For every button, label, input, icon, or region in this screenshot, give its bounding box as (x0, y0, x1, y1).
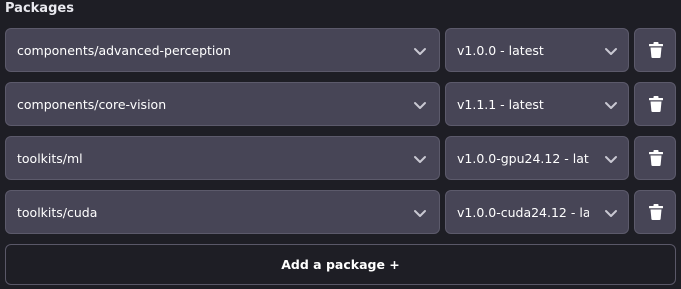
chevron-down-icon (414, 48, 426, 55)
package-row: toolkits/cuda v1.0.0-cuda24.12 - latest (5, 190, 676, 236)
trash-icon (649, 204, 663, 220)
package-select[interactable]: toolkits/ml (5, 136, 440, 180)
package-row: components/advanced-perception v1.0.0 - … (5, 28, 676, 74)
section-title: Packages (5, 1, 74, 16)
version-value: v1.0.0-gpu24.12 - latest (457, 151, 589, 166)
package-select[interactable]: toolkits/cuda (5, 190, 440, 234)
package-name: components/core-vision (17, 97, 167, 112)
chevron-down-icon (414, 156, 426, 163)
chevron-down-icon (414, 210, 426, 217)
chevron-down-icon (605, 102, 617, 109)
version-select[interactable]: v1.0.0-gpu24.12 - latest (445, 136, 629, 180)
chevron-down-icon (414, 102, 426, 109)
version-select[interactable]: v1.0.0-cuda24.12 - latest (445, 190, 629, 234)
version-select[interactable]: v1.0.0 - latest (445, 28, 629, 72)
package-name: toolkits/ml (17, 151, 83, 166)
delete-package-button[interactable] (634, 28, 676, 72)
package-select[interactable]: components/advanced-perception (5, 28, 440, 72)
version-value: v1.0.0-cuda24.12 - latest (457, 205, 589, 220)
package-name: toolkits/cuda (17, 205, 98, 220)
delete-package-button[interactable] (634, 82, 676, 126)
version-value: v1.1.1 - latest (457, 97, 544, 112)
version-select[interactable]: v1.1.1 - latest (445, 82, 629, 126)
chevron-down-icon (605, 48, 617, 55)
package-select[interactable]: components/core-vision (5, 82, 440, 126)
package-row: toolkits/ml v1.0.0-gpu24.12 - latest (5, 136, 676, 182)
trash-icon (649, 150, 663, 166)
package-row: components/core-vision v1.1.1 - latest (5, 82, 676, 128)
trash-icon (649, 96, 663, 112)
version-value: v1.0.0 - latest (457, 43, 544, 58)
chevron-down-icon (605, 210, 617, 217)
delete-package-button[interactable] (634, 190, 676, 234)
package-name: components/advanced-perception (17, 43, 231, 58)
add-package-button[interactable]: Add a package + (5, 244, 676, 285)
chevron-down-icon (605, 156, 617, 163)
delete-package-button[interactable] (634, 136, 676, 180)
trash-icon (649, 42, 663, 58)
